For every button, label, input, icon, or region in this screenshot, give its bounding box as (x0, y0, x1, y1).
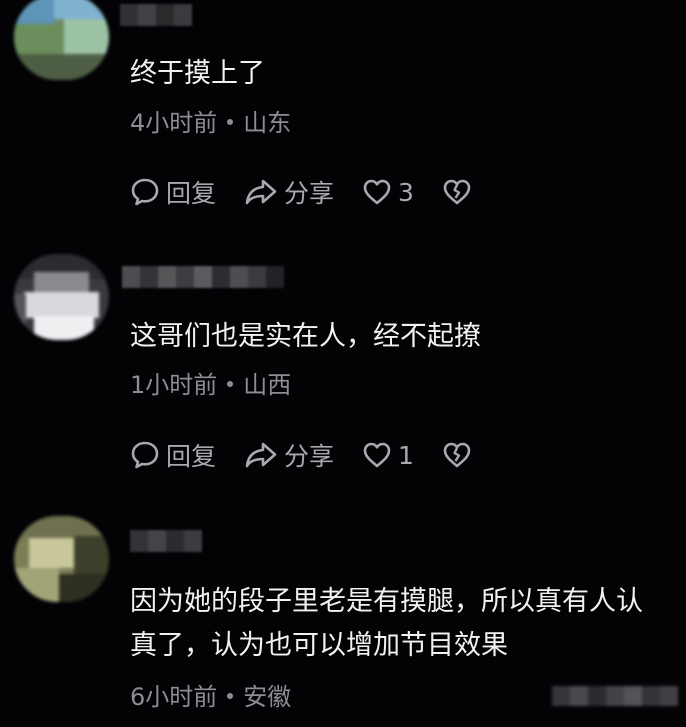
reply-label: 回复 (166, 442, 217, 471)
avatar[interactable] (14, 254, 109, 340)
like-count: 3 (398, 177, 414, 207)
comment-location: 安徽 (243, 683, 292, 711)
dislike-button[interactable] (442, 178, 472, 206)
share-label: 分享 (284, 179, 335, 208)
heart-icon (363, 442, 391, 468)
like-button[interactable]: 1 (362, 441, 414, 470)
comment-time: 4小时前 (130, 109, 218, 137)
comment-list: 终于摸上了 4小时前 山东 回复 分享 3 这哥们也是实在人，经不起撩 1小时前… (0, 0, 686, 727)
comment-meta: 1小时前 山西 (130, 370, 291, 400)
watermark-redacted (552, 686, 678, 706)
share-button[interactable]: 分享 (244, 437, 334, 473)
broken-heart-icon (443, 179, 471, 205)
comment-location: 山西 (243, 371, 292, 399)
speech-bubble-icon (131, 441, 159, 469)
reply-button[interactable]: 回复 (130, 174, 216, 210)
comment-text-line: 因为她的段子里老是有摸腿，所以真有人认 (130, 586, 643, 617)
comment-actions: 回复 分享 1 (130, 437, 500, 473)
comment-actions: 回复 分享 3 (130, 174, 500, 210)
share-label: 分享 (284, 442, 335, 471)
comment-text-line: 真了，认为也可以增加节目效果 (130, 630, 508, 661)
comment-meta: 4小时前 山东 (130, 108, 291, 138)
share-button[interactable]: 分享 (244, 174, 334, 210)
comment-location: 山东 (243, 109, 292, 137)
username-redacted[interactable] (120, 4, 192, 26)
separator-dot (227, 381, 234, 387)
comment-time: 6小时前 (130, 683, 218, 711)
separator-dot (227, 693, 234, 699)
speech-bubble-icon (131, 178, 159, 206)
username-redacted[interactable] (122, 266, 284, 288)
avatar[interactable] (14, 0, 109, 80)
heart-icon (363, 179, 391, 205)
reply-button[interactable]: 回复 (130, 437, 216, 473)
separator-dot (227, 119, 234, 125)
share-arrow-icon (245, 442, 277, 468)
comment-meta: 6小时前 安徽 (130, 682, 291, 712)
avatar[interactable] (14, 516, 109, 602)
like-button[interactable]: 3 (362, 178, 414, 207)
share-arrow-icon (245, 179, 277, 205)
comment-text: 这哥们也是实在人，经不起撩 (130, 321, 481, 352)
reply-label: 回复 (166, 179, 217, 208)
username-redacted[interactable] (130, 530, 202, 552)
dislike-button[interactable] (442, 441, 472, 469)
broken-heart-icon (443, 442, 471, 468)
comment-time: 1小时前 (130, 371, 218, 399)
like-count: 1 (398, 440, 414, 470)
comment-text: 因为她的段子里老是有摸腿，所以真有人认 真了，认为也可以增加节目效果 (130, 580, 678, 668)
comment-text: 终于摸上了 (130, 58, 265, 89)
